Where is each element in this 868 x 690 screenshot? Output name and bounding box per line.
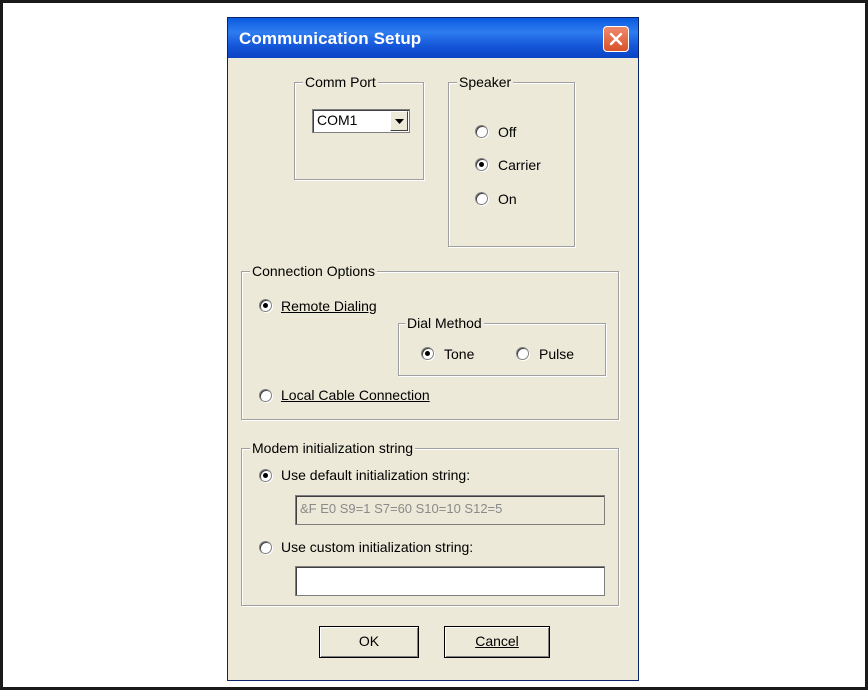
communication-setup-dialog: Communication Setup Comm Port COM1 Speak… bbox=[227, 17, 639, 681]
pulse-radio[interactable] bbox=[516, 347, 529, 360]
custom-init-label[interactable]: Use custom initialization string: bbox=[281, 538, 473, 556]
remote-dialing-radio[interactable] bbox=[259, 299, 272, 312]
comm-port-select[interactable]: COM1 bbox=[312, 109, 410, 133]
tone-label[interactable]: Tone bbox=[444, 345, 474, 363]
speaker-carrier-label[interactable]: Carrier bbox=[498, 156, 541, 174]
speaker-on-radio[interactable] bbox=[475, 192, 488, 205]
pulse-label[interactable]: Pulse bbox=[539, 345, 574, 363]
speaker-on-label[interactable]: On bbox=[498, 190, 517, 208]
custom-init-radio[interactable] bbox=[259, 541, 272, 554]
custom-init-field[interactable] bbox=[295, 566, 605, 596]
close-icon bbox=[609, 32, 623, 46]
speaker-off-label[interactable]: Off bbox=[498, 123, 516, 141]
dial-method-legend: Dial Method bbox=[405, 314, 484, 332]
title-bar[interactable]: Communication Setup bbox=[228, 18, 638, 58]
local-cable-radio[interactable] bbox=[259, 389, 272, 402]
tone-radio[interactable] bbox=[421, 347, 434, 360]
connection-options-legend: Connection Options bbox=[250, 262, 377, 280]
default-init-field: &F E0 S9=1 S7=60 S10=10 S12=5 bbox=[295, 495, 605, 525]
ok-button[interactable]: OK bbox=[319, 626, 419, 658]
comm-port-legend: Comm Port bbox=[303, 73, 378, 91]
close-button[interactable] bbox=[603, 26, 629, 52]
speaker-legend: Speaker bbox=[457, 73, 514, 91]
speaker-carrier-radio[interactable] bbox=[475, 158, 488, 171]
modem-init-legend: Modem initialization string bbox=[250, 439, 416, 457]
default-init-radio[interactable] bbox=[259, 469, 272, 482]
local-cable-label[interactable]: Local Cable Connection bbox=[281, 386, 430, 404]
dialog-title: Communication Setup bbox=[239, 29, 422, 48]
default-init-label[interactable]: Use default initialization string: bbox=[281, 466, 470, 484]
comm-port-dropdown-button[interactable] bbox=[390, 111, 408, 131]
speaker-off-radio[interactable] bbox=[475, 125, 488, 138]
chevron-down-icon bbox=[395, 119, 404, 124]
cancel-button[interactable]: Cancel bbox=[444, 626, 550, 658]
remote-dialing-label[interactable]: Remote Dialing bbox=[281, 297, 377, 315]
comm-port-value: COM1 bbox=[317, 112, 358, 128]
